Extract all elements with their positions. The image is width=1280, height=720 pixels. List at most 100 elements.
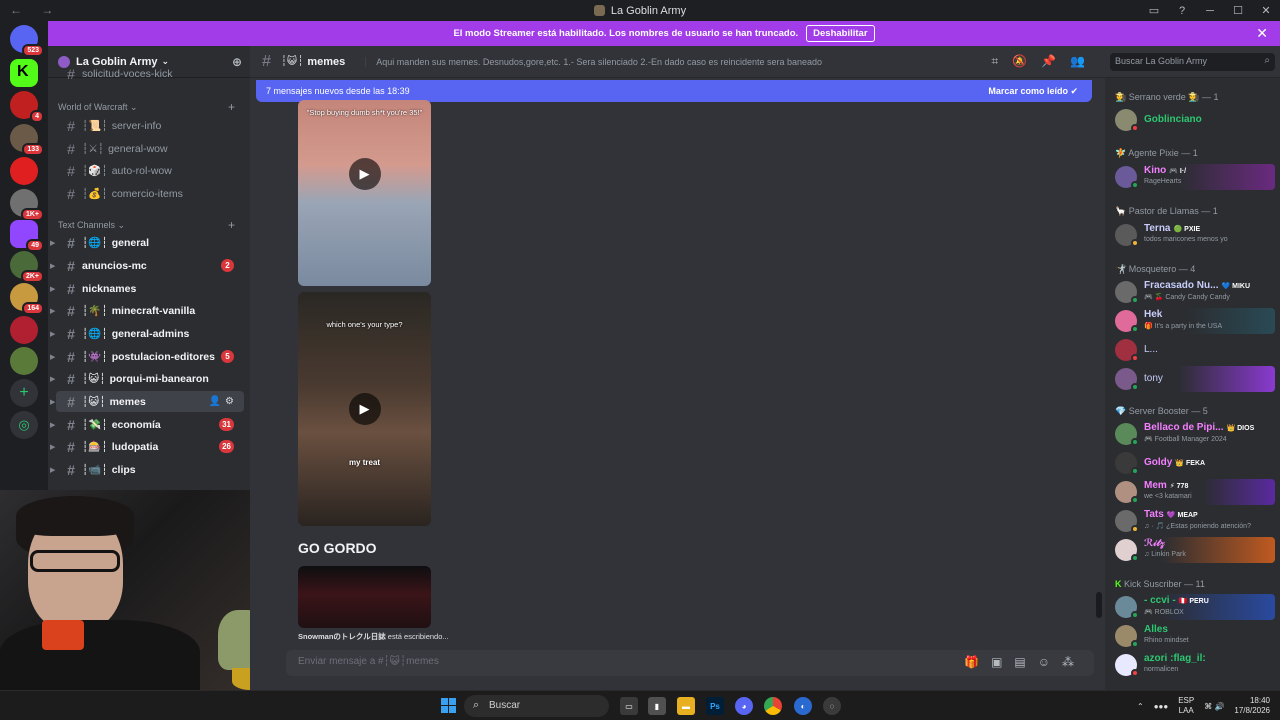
tray-icons[interactable]: ●●● [1154,702,1169,711]
member-item[interactable]: Hek 🎁 It's a party in the USA [1113,308,1275,334]
home-discord-icon[interactable]: 523 [10,25,44,57]
server-4[interactable] [10,157,38,185]
discord-icon[interactable]: ◕ [735,697,753,715]
channel-general-admins[interactable]: ▶ # ┆🌐┆ general-admins [50,323,244,344]
server-3[interactable]: 133 [10,124,44,156]
help-icon[interactable]: ? [1168,5,1196,17]
minimize-button[interactable]: ─ [1196,5,1224,17]
channel-clips[interactable]: ▶ # ┆📹┆ clips [50,459,244,480]
mark-read-button[interactable]: Marcar como leído ✔ [988,86,1078,97]
category-text-channels[interactable]: Text Channels ⌄ + [58,218,235,232]
member-item[interactable]: Bellaco de Pipi... 👑 DIOS 🎮 Football Mana… [1113,421,1275,447]
channel-topic[interactable]: Aqui manden sus memes. Desnudos,gore,etc… [365,56,905,67]
server-twitch[interactable]: 49 [10,220,44,252]
channel-nicknames[interactable]: ▶ # nicknames [50,278,244,299]
server-7[interactable]: 164 [10,283,44,315]
member-item[interactable]: Kino 🎮 I·/ RageHearts [1113,164,1275,190]
hash-icon: # [67,438,75,455]
chat-scrollbar[interactable] [1096,592,1102,618]
play-icon[interactable]: ▶ [348,393,381,425]
channel-auto-rol-wow[interactable]: # ┆🎲┆ auto-rol-wow [56,160,244,181]
language-indicator[interactable]: ESP LAA [1178,696,1194,716]
task-view-icon[interactable]: ▭ [620,697,638,715]
member-item[interactable]: tony [1113,366,1275,392]
server-kick[interactable]: K [10,59,38,87]
search-input[interactable]: Buscar La Goblin Army ⌕ [1110,53,1275,71]
inbox-icon[interactable]: ▭ [1140,4,1168,17]
member-item[interactable]: Fracasado Nu... 💙 MIKU 🎮 🍒 Candy Candy Ca… [1113,279,1275,305]
member-item[interactable]: ℛ𝒾𝓉𝓏 ♫ Linkin Park [1113,537,1275,563]
member-item[interactable]: Terna 🟢 PXIE todos maricones menos yo [1113,222,1275,248]
member-item[interactable]: Goldy 👑 FEKA [1113,450,1275,476]
photoshop-icon[interactable]: Ps [706,697,724,715]
invite-icon[interactable]: ⊕ [232,55,242,69]
server-8[interactable] [10,316,38,344]
server-5[interactable]: 1K+ [10,189,44,221]
member-item[interactable]: L... [1113,337,1275,363]
close-icon[interactable]: ✕ [1256,25,1268,42]
member-tag: 💜 MEAP [1166,512,1198,519]
badge: 49 [26,239,44,252]
member-item[interactable]: Goblinciano [1113,107,1275,133]
member-tag: 🟢 PXIE [1173,226,1201,233]
hash-icon: # [67,140,75,157]
category-wow[interactable]: World of Warcraft ⌄ + [58,100,235,114]
new-messages-bar[interactable]: 7 mensajes nuevos desde las 18:39 Marcar… [256,80,1092,102]
member-item[interactable]: Tats 💜 MEAP ♫ · 🎵 ¿Estas poniendo atenció… [1113,508,1275,534]
close-window-button[interactable]: ✕ [1252,4,1280,17]
channel-server-info[interactable]: # ┆📜┆ server-info [56,115,244,136]
app-icon-2[interactable]: ◐ [794,697,812,715]
member-item[interactable]: azori :flag_il: normalicen [1113,652,1275,678]
channel-porqui-mi-banearon[interactable]: ▶ # ┆😺┆ porqui-mi-banearon [50,368,244,389]
video-caption: "Stop buying dumb sh*t you're 35!" [306,108,423,117]
video-attachment-3[interactable] [298,566,431,628]
channel-economia[interactable]: ▶ # ┆💸┆ economía 31 [50,414,244,435]
channel-comercio-items[interactable]: # ┆💰┆ comercio-items [56,183,244,204]
add-server-icon[interactable]: + [10,379,38,407]
clock[interactable]: 18:40 17/8/2026 [1234,696,1270,716]
play-icon[interactable]: ▶ [348,158,381,191]
chevron-up-icon[interactable]: ⌃ [1137,702,1144,711]
video-attachment-1[interactable]: "Stop buying dumb sh*t you're 35!" ▶ [298,100,431,286]
caret-icon: ▶ [50,285,56,293]
channel-general-wow[interactable]: # ┆⚔┆ general-wow [56,138,244,159]
disable-streamer-button[interactable]: Deshabilitar [806,25,875,42]
channel-general[interactable]: ▶ # ┆🌐┆ general [50,232,244,253]
maximize-button[interactable]: ☐ [1224,4,1252,17]
add-channel-icon[interactable]: + [228,218,235,232]
taskbar-search[interactable]: ⌕ Buscar [464,695,609,717]
member-item[interactable]: - ccvi - 🇵🇪 PERU 🎮 ROBLOX [1113,594,1275,620]
composer-tools-icons[interactable]: 🎁▣▤☺⁂ [964,655,1086,669]
channel-partial[interactable]: # solicitud-voces-kick [56,68,244,80]
message-input[interactable]: Enviar mensaje a #┆😺┆memes 🎁▣▤☺⁂ [286,650,1094,676]
network-volume-icons[interactable]: ⌘ 🔊 [1204,702,1224,711]
channel-label: porqui-mi-banearon [109,372,209,385]
explore-icon[interactable]: ◎ [10,411,38,439]
member-item[interactable]: Mem ⚡ 778 we <3 katamari [1113,479,1275,505]
file-explorer-icon[interactable]: ▬ [677,697,695,715]
member-status: 🎮 🍒 Candy Candy Candy [1144,294,1230,301]
add-channel-icon[interactable]: + [228,100,235,114]
app-icon-3[interactable]: ◌ [823,697,841,715]
chrome-icon[interactable] [764,697,782,715]
member-item[interactable]: Alles Rhino mindset [1113,623,1275,649]
server-2[interactable]: 4 [10,91,44,123]
channel-memes[interactable]: ▶ # ┆😺┆ memes 👤⚙ [50,391,244,412]
server-6[interactable]: 2K+ [10,251,44,283]
server-9[interactable] [10,347,38,375]
back-forward-icons[interactable]: ← → [10,3,61,17]
webcam-microphone [42,620,84,650]
caret-icon: ▶ [50,466,56,474]
windows-start-icon[interactable] [441,698,456,713]
video-attachment-2[interactable]: which one's your type? ▶ my treat [298,292,431,526]
channel-postulacion-editores[interactable]: ▶ # ┆👾┆ postulacion-editores 5 [50,346,244,367]
member-status: 🎮 Football Manager 2024 [1144,436,1227,443]
channel-minecraft-vanilla[interactable]: ▶ # ┆🌴┆ minecraft-vanilla [50,300,244,321]
badge: 164 [22,302,44,315]
channel-settings-icons[interactable]: 👤⚙ [209,396,238,407]
channel-anuncios-mc[interactable]: ▶ # anuncios-mc 2 [50,255,244,276]
app-icon[interactable]: ▮ [648,697,666,715]
member-status: normalicen [1144,666,1179,673]
header-toolbar-icons[interactable]: ⌗🔕📌👥 [991,54,1099,69]
channel-ludopatia[interactable]: ▶ # ┆🎰┆ ludopatia 26 [50,436,244,457]
